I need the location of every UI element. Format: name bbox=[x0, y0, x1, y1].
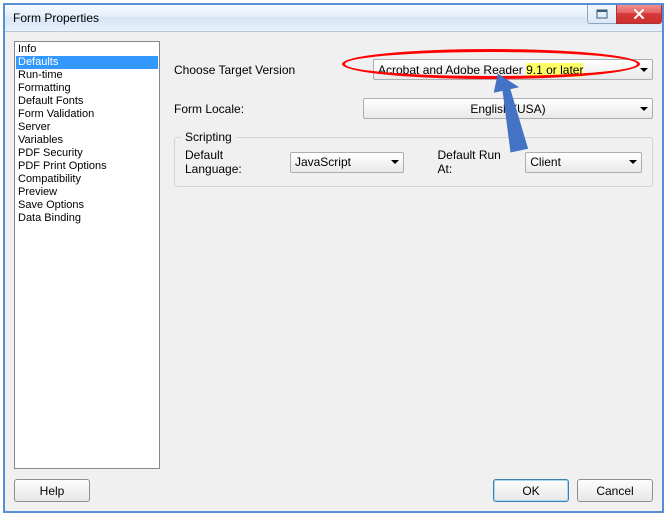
ok-button[interactable]: OK bbox=[493, 479, 569, 502]
window-controls bbox=[588, 5, 662, 24]
sidebar-item-server[interactable]: Server bbox=[16, 121, 158, 134]
default-run-at-label: Default Run At: bbox=[437, 148, 517, 176]
chevron-down-icon bbox=[640, 68, 648, 72]
sidebar-item-preview[interactable]: Preview bbox=[16, 186, 158, 199]
target-version-dropdown[interactable]: Acrobat and Adobe Reader 9.1 or later bbox=[373, 59, 653, 80]
scripting-legend: Scripting bbox=[181, 130, 236, 144]
dialog-window: Form Properties Info Defaults Run-time F… bbox=[3, 3, 664, 513]
default-language-label: Default Language: bbox=[185, 148, 282, 176]
target-version-value-part1: Acrobat and Adobe Reader bbox=[378, 63, 526, 77]
titlebar: Form Properties bbox=[5, 5, 662, 32]
default-run-at-dropdown[interactable]: Client bbox=[525, 152, 642, 173]
window-title: Form Properties bbox=[13, 11, 99, 25]
sidebar-item-runtime[interactable]: Run-time bbox=[16, 69, 158, 82]
sidebar-item-formatting[interactable]: Formatting bbox=[16, 82, 158, 95]
sidebar-item-data-binding[interactable]: Data Binding bbox=[16, 212, 158, 225]
default-language-dropdown[interactable]: JavaScript bbox=[290, 152, 404, 173]
default-run-at-value: Client bbox=[530, 155, 561, 169]
scripting-group: Scripting Default Language: JavaScript D… bbox=[174, 137, 653, 187]
sidebar-item-defaults[interactable]: Defaults bbox=[16, 56, 158, 69]
sidebar-item-pdf-print[interactable]: PDF Print Options bbox=[16, 160, 158, 173]
sidebar-item-save-options[interactable]: Save Options bbox=[16, 199, 158, 212]
target-version-label: Choose Target Version bbox=[174, 63, 295, 77]
close-button[interactable] bbox=[616, 5, 662, 24]
form-locale-value: English (USA) bbox=[368, 102, 648, 116]
chevron-down-icon bbox=[629, 160, 637, 164]
chevron-down-icon bbox=[391, 160, 399, 164]
category-list[interactable]: Info Defaults Run-time Formatting Defaul… bbox=[14, 41, 160, 469]
settings-pane: Choose Target Version Acrobat and Adobe … bbox=[174, 41, 653, 469]
sidebar-item-form-validation[interactable]: Form Validation bbox=[16, 108, 158, 121]
chevron-down-icon bbox=[640, 107, 648, 111]
maximize-button[interactable] bbox=[587, 5, 617, 24]
sidebar-item-pdf-security[interactable]: PDF Security bbox=[16, 147, 158, 160]
cancel-button[interactable]: Cancel bbox=[577, 479, 653, 502]
target-version-value-highlight: 9.1 or later bbox=[526, 63, 583, 77]
form-locale-dropdown[interactable]: English (USA) bbox=[363, 98, 653, 119]
sidebar-item-default-fonts[interactable]: Default Fonts bbox=[16, 95, 158, 108]
default-language-value: JavaScript bbox=[295, 155, 351, 169]
help-button[interactable]: Help bbox=[14, 479, 90, 502]
sidebar-item-variables[interactable]: Variables bbox=[16, 134, 158, 147]
form-locale-label: Form Locale: bbox=[174, 102, 244, 116]
dialog-buttons: Help OK Cancel bbox=[14, 469, 653, 502]
sidebar-item-info[interactable]: Info bbox=[16, 43, 158, 56]
sidebar-item-compatibility[interactable]: Compatibility bbox=[16, 173, 158, 186]
dialog-body: Info Defaults Run-time Formatting Defaul… bbox=[5, 32, 662, 511]
